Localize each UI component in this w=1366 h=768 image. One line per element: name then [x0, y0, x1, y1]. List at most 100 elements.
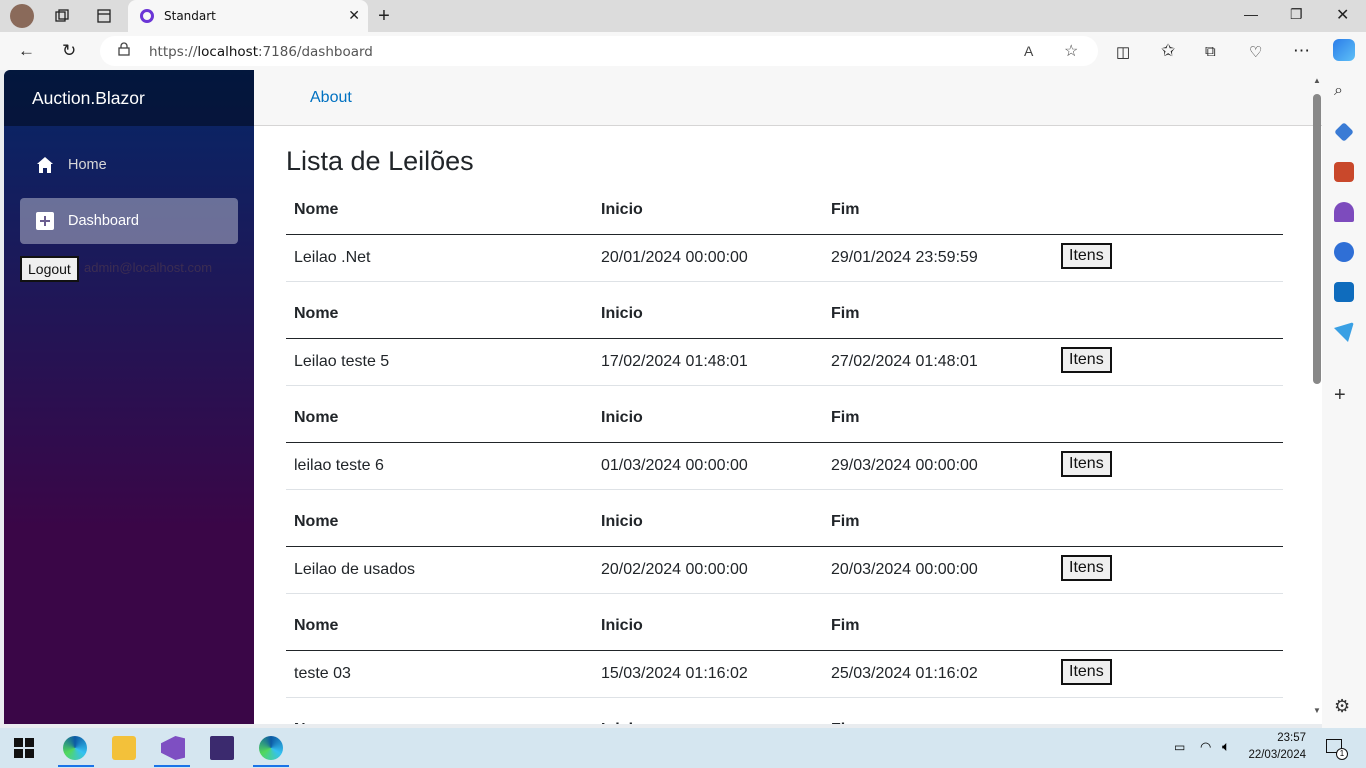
column-header-empty: [1053, 186, 1283, 235]
scroll-down-icon[interactable]: ▼: [1313, 706, 1321, 715]
column-header: Inicio: [593, 706, 823, 724]
back-icon[interactable]: ←: [18, 41, 35, 61]
search-icon[interactable]: ⌕: [1334, 82, 1354, 102]
auction-actions: Itens: [1053, 234, 1283, 282]
battery-icon[interactable]: ▭: [1174, 740, 1185, 754]
drop-icon[interactable]: [1334, 322, 1354, 342]
browser-tab-strip: Standart ✕ + — ❐ ✕: [0, 0, 1366, 32]
about-link[interactable]: About: [310, 89, 352, 107]
column-header: Nome: [286, 498, 593, 547]
clock-date[interactable]: 22/03/2024: [1246, 749, 1306, 761]
column-header: Nome: [286, 602, 593, 651]
scroll-up-icon[interactable]: ▲: [1313, 76, 1321, 85]
edge-taskbar-icon[interactable]: [63, 736, 87, 760]
close-tab-icon[interactable]: ✕: [348, 7, 360, 24]
windows-taskbar: ▭ ◠ 🔈︎ 23:57 22/03/2024 1: [0, 728, 1366, 768]
itens-button[interactable]: Itens: [1061, 346, 1112, 373]
column-header: Inicio: [593, 290, 823, 339]
read-aloud-icon[interactable]: A: [1024, 43, 1033, 59]
auction-fim: 29/03/2024 00:00:00: [823, 442, 1053, 490]
app-sidebar: Auction.Blazor Home Dashboard Logout adm…: [4, 70, 254, 724]
edge-sidebar: ⌕ + ⚙: [1322, 70, 1366, 728]
nav-dashboard[interactable]: Dashboard: [20, 198, 238, 244]
top-row: About: [254, 70, 1322, 126]
table-row: Leilao .Net 20/01/2024 00:00:00 29/01/2024…: [286, 234, 1283, 282]
shopping-icon[interactable]: [1334, 122, 1354, 142]
table-row: Leilao teste 5 17/02/2024 01:48:01 27/02/2…: [286, 338, 1283, 386]
url-text[interactable]: https://localhost:7186/dashboard: [149, 44, 373, 60]
workspaces-icon[interactable]: [52, 6, 72, 26]
column-header: Fim: [823, 394, 1053, 443]
new-tab-icon[interactable]: +: [374, 5, 394, 27]
volume-icon[interactable]: 🔈︎: [1222, 738, 1230, 755]
browser-essentials-icon[interactable]: ♡: [1249, 43, 1262, 61]
table-header-row: NomeInicioFim: [286, 186, 1283, 235]
logout-button[interactable]: Logout: [20, 256, 79, 282]
auction-table: Nome Inicio Fim Leilao de usados 20/02/2024 …: [286, 498, 1283, 594]
plus-square-icon: [36, 212, 54, 230]
sidebar-settings-icon[interactable]: ⚙: [1334, 696, 1354, 716]
favorite-star-icon[interactable]: ☆: [1064, 41, 1078, 61]
edge-taskbar-icon-2[interactable]: [259, 736, 283, 760]
browser-tab-active[interactable]: Standart ✕: [128, 0, 368, 32]
tab-title: Standart: [164, 9, 216, 23]
itens-button[interactable]: Itens: [1061, 450, 1112, 477]
more-menu-icon[interactable]: ⋯: [1293, 41, 1310, 61]
favorites-icon[interactable]: ✩: [1161, 41, 1175, 61]
copilot-icon[interactable]: [1333, 39, 1355, 61]
column-header-empty: [1053, 290, 1283, 339]
column-header: Fim: [823, 498, 1053, 547]
auction-nome: teste 03: [286, 650, 593, 698]
outlook-icon[interactable]: [1334, 282, 1354, 302]
table-header-row: NomeInicioFim: [286, 498, 1283, 547]
app-brand[interactable]: Auction.Blazor: [32, 88, 145, 109]
auction-nome: Leilao de usados: [286, 546, 593, 594]
tools-icon[interactable]: [1334, 162, 1354, 182]
windows-start-icon[interactable]: [14, 738, 34, 758]
brand-bar: Auction.Blazor: [4, 70, 254, 126]
add-sidebar-icon[interactable]: +: [1334, 384, 1354, 406]
restore-icon[interactable]: ❐: [1290, 6, 1303, 23]
auction-table: Nome Inicio Fim teste 03 15/03/2024 01:16:02…: [286, 602, 1283, 698]
column-header-empty: [1053, 394, 1283, 443]
table-header-row: NomeInicioFim: [286, 290, 1283, 339]
lock-icon[interactable]: [118, 42, 130, 56]
table-row: Leilao de usados 20/02/2024 00:00:00 20/03…: [286, 546, 1283, 594]
split-screen-icon[interactable]: ◫: [1116, 43, 1130, 61]
auction-inicio: 20/02/2024 00:00:00: [593, 546, 823, 594]
column-header: Fim: [823, 290, 1053, 339]
network-icon[interactable]: ◠: [1200, 739, 1211, 755]
microsoft365-icon[interactable]: [1334, 242, 1354, 262]
refresh-icon[interactable]: ↻: [62, 41, 76, 61]
minimize-icon[interactable]: —: [1244, 6, 1258, 22]
auction-table: Nome Inicio Fim Leilao .Net 20/01/2024 00:00…: [286, 186, 1283, 282]
profile-avatar[interactable]: [10, 4, 34, 28]
games-icon[interactable]: [1334, 202, 1354, 222]
auction-table: Nome Inicio Fim leilao teste 6 01/03/2024 00…: [286, 394, 1283, 490]
auction-fim: 27/02/2024 01:48:01: [823, 338, 1053, 386]
auction-nome: Leilao .Net: [286, 234, 593, 282]
blazor-favicon-icon: [140, 9, 154, 23]
itens-button[interactable]: Itens: [1061, 658, 1112, 685]
file-explorer-icon[interactable]: [112, 736, 136, 760]
tab-actions-icon[interactable]: [94, 6, 114, 26]
terminal-icon[interactable]: [210, 736, 234, 760]
auction-inicio: 20/01/2024 00:00:00: [593, 234, 823, 282]
page-scrollbar[interactable]: ▲ ▼: [1310, 76, 1322, 724]
clock-time[interactable]: 23:57: [1246, 732, 1306, 744]
scroll-thumb[interactable]: [1313, 94, 1321, 384]
itens-button[interactable]: Itens: [1061, 554, 1112, 581]
table-row: leilao teste 6 01/03/2024 00:00:00 29/03/2…: [286, 442, 1283, 490]
column-header: Nome: [286, 290, 593, 339]
column-header: Fim: [823, 186, 1053, 235]
address-bar[interactable]: https://localhost:7186/dashboard A ☆: [100, 36, 1098, 66]
collections-icon[interactable]: ⧉: [1205, 43, 1216, 60]
auction-inicio: 01/03/2024 00:00:00: [593, 442, 823, 490]
itens-button[interactable]: Itens: [1061, 242, 1112, 269]
close-window-icon[interactable]: ✕: [1336, 5, 1349, 25]
nav-home[interactable]: Home: [20, 142, 238, 188]
taskbar-active-indicator-3: [253, 765, 289, 767]
visual-studio-icon[interactable]: [161, 736, 185, 760]
auction-inicio: 15/03/2024 01:16:02: [593, 650, 823, 698]
table-row: teste 03 15/03/2024 01:16:02 25/03/2024 01…: [286, 650, 1283, 698]
